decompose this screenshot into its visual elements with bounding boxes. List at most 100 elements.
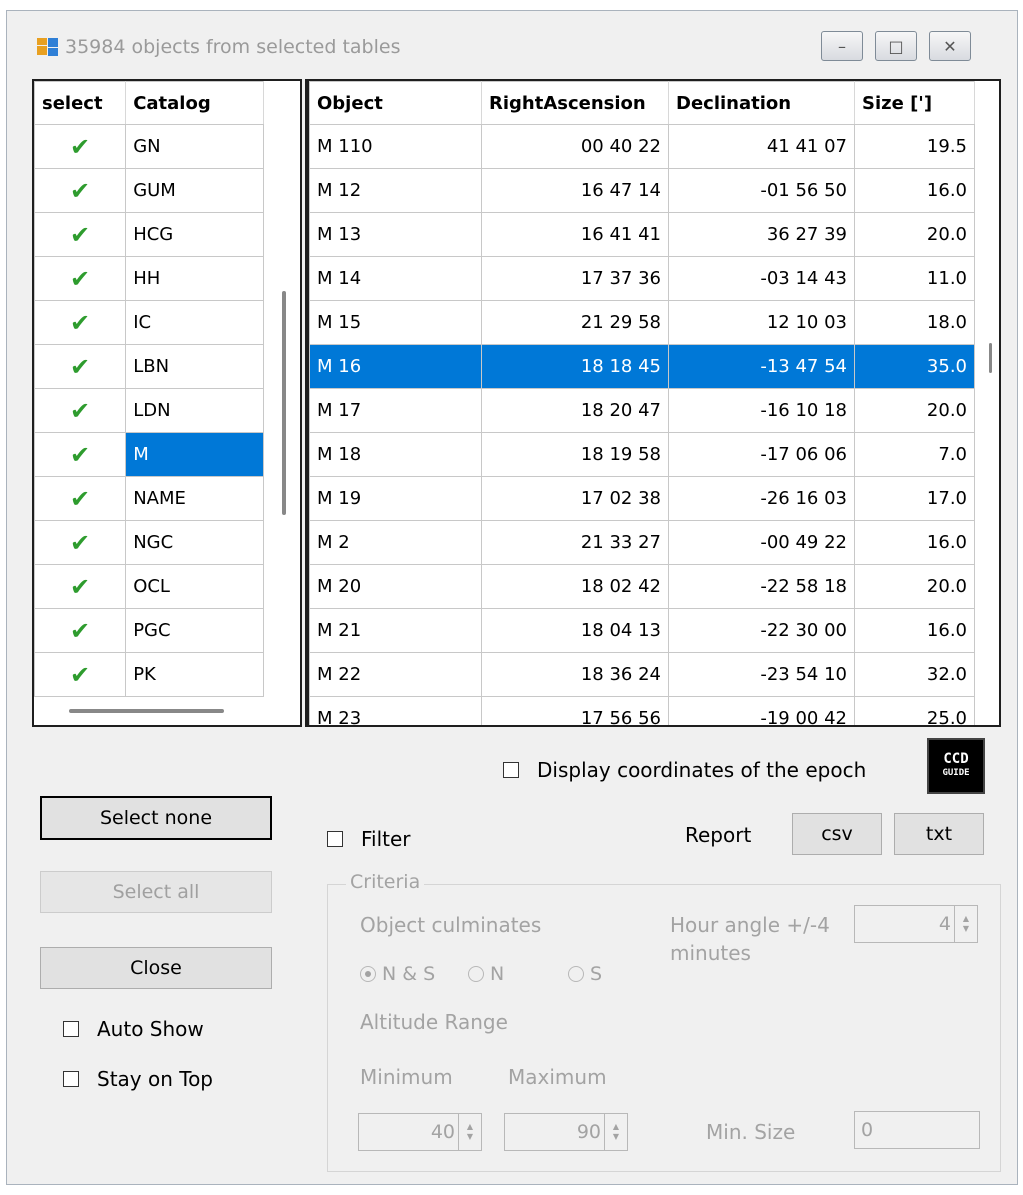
- object-row[interactable]: M 13 16 41 41 36 27 39 20.0: [309, 212, 975, 257]
- object-name-cell[interactable]: M 21: [309, 608, 482, 653]
- radio-n-and-s-dot[interactable]: [360, 966, 376, 982]
- catalog-row[interactable]: ✔ HH: [34, 256, 264, 301]
- stay-on-top-checkbox-box[interactable]: [63, 1071, 79, 1087]
- catalog-row[interactable]: ✔ GN: [34, 124, 264, 169]
- catalog-row[interactable]: ✔ M: [34, 432, 264, 477]
- size-cell[interactable]: 16.0: [854, 520, 975, 565]
- size-cell[interactable]: 32.0: [854, 652, 975, 697]
- size-cell[interactable]: 20.0: [854, 564, 975, 609]
- declination-cell[interactable]: -16 10 18: [668, 388, 855, 433]
- min-size-input[interactable]: 0: [854, 1111, 980, 1149]
- right-ascension-cell[interactable]: 16 41 41: [481, 212, 669, 257]
- right-ascension-cell[interactable]: 18 36 24: [481, 652, 669, 697]
- catalog-column-header[interactable]: Catalog: [125, 81, 264, 125]
- stay-on-top-checkbox[interactable]: Stay on Top: [63, 1067, 213, 1091]
- size-cell[interactable]: 20.0: [854, 212, 975, 257]
- catalog-name-cell[interactable]: M: [125, 432, 264, 477]
- hour-angle-spin-arrows-icon[interactable]: ▲ ▼: [954, 906, 977, 942]
- minimum-spin-arrows-icon[interactable]: ▲ ▼: [458, 1114, 481, 1150]
- radio-n-dot[interactable]: [468, 966, 484, 982]
- object-name-cell[interactable]: M 16: [309, 344, 482, 389]
- catalog-row[interactable]: ✔ GUM: [34, 168, 264, 213]
- object-row[interactable]: M 15 21 29 58 12 10 03 18.0: [309, 300, 975, 345]
- object-row[interactable]: M 14 17 37 36 -03 14 43 11.0: [309, 256, 975, 301]
- size-cell[interactable]: 16.0: [854, 168, 975, 213]
- object-name-cell[interactable]: M 13: [309, 212, 482, 257]
- declination-cell[interactable]: -19 00 42: [668, 696, 855, 725]
- declination-cell[interactable]: -01 56 50: [668, 168, 855, 213]
- epoch-checkbox-box[interactable]: [503, 762, 519, 778]
- object-name-cell[interactable]: M 18: [309, 432, 482, 477]
- right-ascension-cell[interactable]: 16 47 14: [481, 168, 669, 213]
- catalog-name-cell[interactable]: HCG: [125, 212, 264, 257]
- filter-checkbox-box[interactable]: [327, 831, 343, 847]
- catalog-row[interactable]: ✔ OCL: [34, 564, 264, 609]
- catalog-vertical-scrollbar[interactable]: [282, 291, 286, 515]
- catalog-row[interactable]: ✔ HCG: [34, 212, 264, 257]
- object-row[interactable]: M 22 18 36 24 -23 54 10 32.0: [309, 652, 975, 697]
- right-ascension-cell[interactable]: 17 56 56: [481, 696, 669, 725]
- radio-n-and-s[interactable]: N & S: [360, 963, 435, 985]
- auto-show-checkbox[interactable]: Auto Show: [63, 1017, 204, 1041]
- catalog-row[interactable]: ✔ NAME: [34, 476, 264, 521]
- object-name-cell[interactable]: M 2: [309, 520, 482, 565]
- catalog-name-cell[interactable]: NGC: [125, 520, 264, 565]
- check-icon[interactable]: ✔: [34, 124, 127, 169]
- object-name-cell[interactable]: M 22: [309, 652, 482, 697]
- catalog-name-cell[interactable]: GUM: [125, 168, 264, 213]
- object-row[interactable]: M 18 18 19 58 -17 06 06 7.0: [309, 432, 975, 477]
- object-name-cell[interactable]: M 14: [309, 256, 482, 301]
- check-icon[interactable]: ✔: [34, 476, 127, 521]
- catalog-horizontal-scrollbar[interactable]: [69, 709, 224, 713]
- catalog-name-cell[interactable]: PK: [125, 652, 264, 697]
- catalog-name-cell[interactable]: IC: [125, 300, 264, 345]
- right-ascension-cell[interactable]: 18 20 47: [481, 388, 669, 433]
- right-ascension-cell[interactable]: 18 04 13: [481, 608, 669, 653]
- object-row[interactable]: M 17 18 20 47 -16 10 18 20.0: [309, 388, 975, 433]
- object-row[interactable]: M 110 00 40 22 41 41 07 19.5: [309, 124, 975, 169]
- declination-cell[interactable]: 12 10 03: [668, 300, 855, 345]
- right-ascension-cell[interactable]: 21 33 27: [481, 520, 669, 565]
- radio-n[interactable]: N: [468, 963, 504, 985]
- declination-cell[interactable]: -22 30 00: [668, 608, 855, 653]
- object-row[interactable]: M 19 17 02 38 -26 16 03 17.0: [309, 476, 975, 521]
- check-icon[interactable]: ✔: [34, 608, 127, 653]
- maximum-altitude-spinner[interactable]: 90 ▲ ▼: [504, 1113, 628, 1151]
- declination-cell[interactable]: -00 49 22: [668, 520, 855, 565]
- radio-s-dot[interactable]: [568, 966, 584, 982]
- object-name-cell[interactable]: M 110: [309, 124, 482, 169]
- catalog-row[interactable]: ✔ PGC: [34, 608, 264, 653]
- size-cell[interactable]: 25.0: [854, 696, 975, 725]
- catalog-name-cell[interactable]: NAME: [125, 476, 264, 521]
- objects-column-header[interactable]: Object: [309, 81, 482, 125]
- select-all-button[interactable]: Select all: [40, 871, 272, 913]
- objects-column-header[interactable]: Declination: [668, 81, 855, 125]
- object-name-cell[interactable]: M 12: [309, 168, 482, 213]
- declination-cell[interactable]: -23 54 10: [668, 652, 855, 697]
- filter-checkbox[interactable]: Filter: [327, 827, 411, 851]
- check-icon[interactable]: ✔: [34, 300, 127, 345]
- catalog-row[interactable]: ✔ PK: [34, 652, 264, 697]
- right-ascension-cell[interactable]: 18 19 58: [481, 432, 669, 477]
- close-window-button[interactable]: ✕: [929, 31, 971, 61]
- catalog-row[interactable]: ✔ NGC: [34, 520, 264, 565]
- size-cell[interactable]: 16.0: [854, 608, 975, 653]
- check-icon[interactable]: ✔: [34, 256, 127, 301]
- check-icon[interactable]: ✔: [34, 564, 127, 609]
- catalog-row[interactable]: ✔ IC: [34, 300, 264, 345]
- close-button[interactable]: Close: [40, 947, 272, 989]
- right-ascension-cell[interactable]: 17 37 36: [481, 256, 669, 301]
- catalog-name-cell[interactable]: LDN: [125, 388, 264, 433]
- right-ascension-cell[interactable]: 18 18 45: [481, 344, 669, 389]
- size-cell[interactable]: 35.0: [854, 344, 975, 389]
- maximize-button[interactable]: □: [875, 31, 917, 61]
- catalog-name-cell[interactable]: GN: [125, 124, 264, 169]
- object-name-cell[interactable]: M 20: [309, 564, 482, 609]
- right-ascension-cell[interactable]: 18 02 42: [481, 564, 669, 609]
- declination-cell[interactable]: 36 27 39: [668, 212, 855, 257]
- objects-column-header[interactable]: Size [']: [854, 81, 975, 125]
- catalog-name-cell[interactable]: OCL: [125, 564, 264, 609]
- check-icon[interactable]: ✔: [34, 652, 127, 697]
- minimum-altitude-spinner[interactable]: 40 ▲ ▼: [358, 1113, 482, 1151]
- maximum-spin-arrows-icon[interactable]: ▲ ▼: [604, 1114, 627, 1150]
